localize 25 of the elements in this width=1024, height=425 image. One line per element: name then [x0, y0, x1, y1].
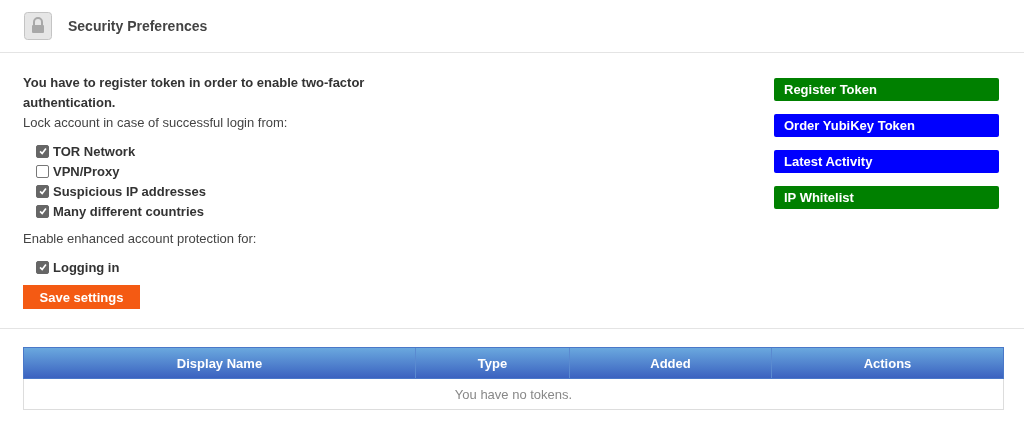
column-header: Display Name [24, 348, 416, 378]
action-button[interactable]: IP Whitelist [774, 186, 999, 209]
page-title: Security Preferences [68, 18, 208, 34]
empty-message: You have no tokens. [23, 379, 1004, 410]
checkbox-label: Suspicious IP addresses [53, 183, 206, 199]
action-button[interactable]: Latest Activity [774, 150, 999, 173]
checkbox[interactable] [36, 144, 49, 158]
checkbox[interactable] [36, 204, 49, 218]
column-header: Actions [862, 354, 913, 373]
lock-icon [24, 12, 52, 40]
section-label: Lock account in case of successful login from: [23, 114, 289, 132]
checkbox-label: Logging in [53, 259, 120, 275]
checkbox-label: TOR Network [53, 143, 136, 159]
checkbox-label: Many different countries [53, 203, 204, 219]
checkbox[interactable] [36, 164, 49, 178]
save-settings-button[interactable]: Save settings [23, 285, 140, 309]
action-button[interactable]: Order YubiKey Token [774, 114, 999, 137]
checkbox[interactable] [36, 260, 49, 274]
action-button[interactable]: Register Token [774, 78, 999, 101]
column-header: Type [416, 348, 570, 378]
checkbox[interactable] [36, 184, 49, 198]
column-header: Added [570, 348, 772, 378]
checkbox-label: VPN/Proxy [53, 163, 120, 179]
section-label: Enable enhanced account protection for: [23, 230, 258, 248]
notice-text: You have to register token in order to enable two-factor authentication. [23, 74, 366, 112]
